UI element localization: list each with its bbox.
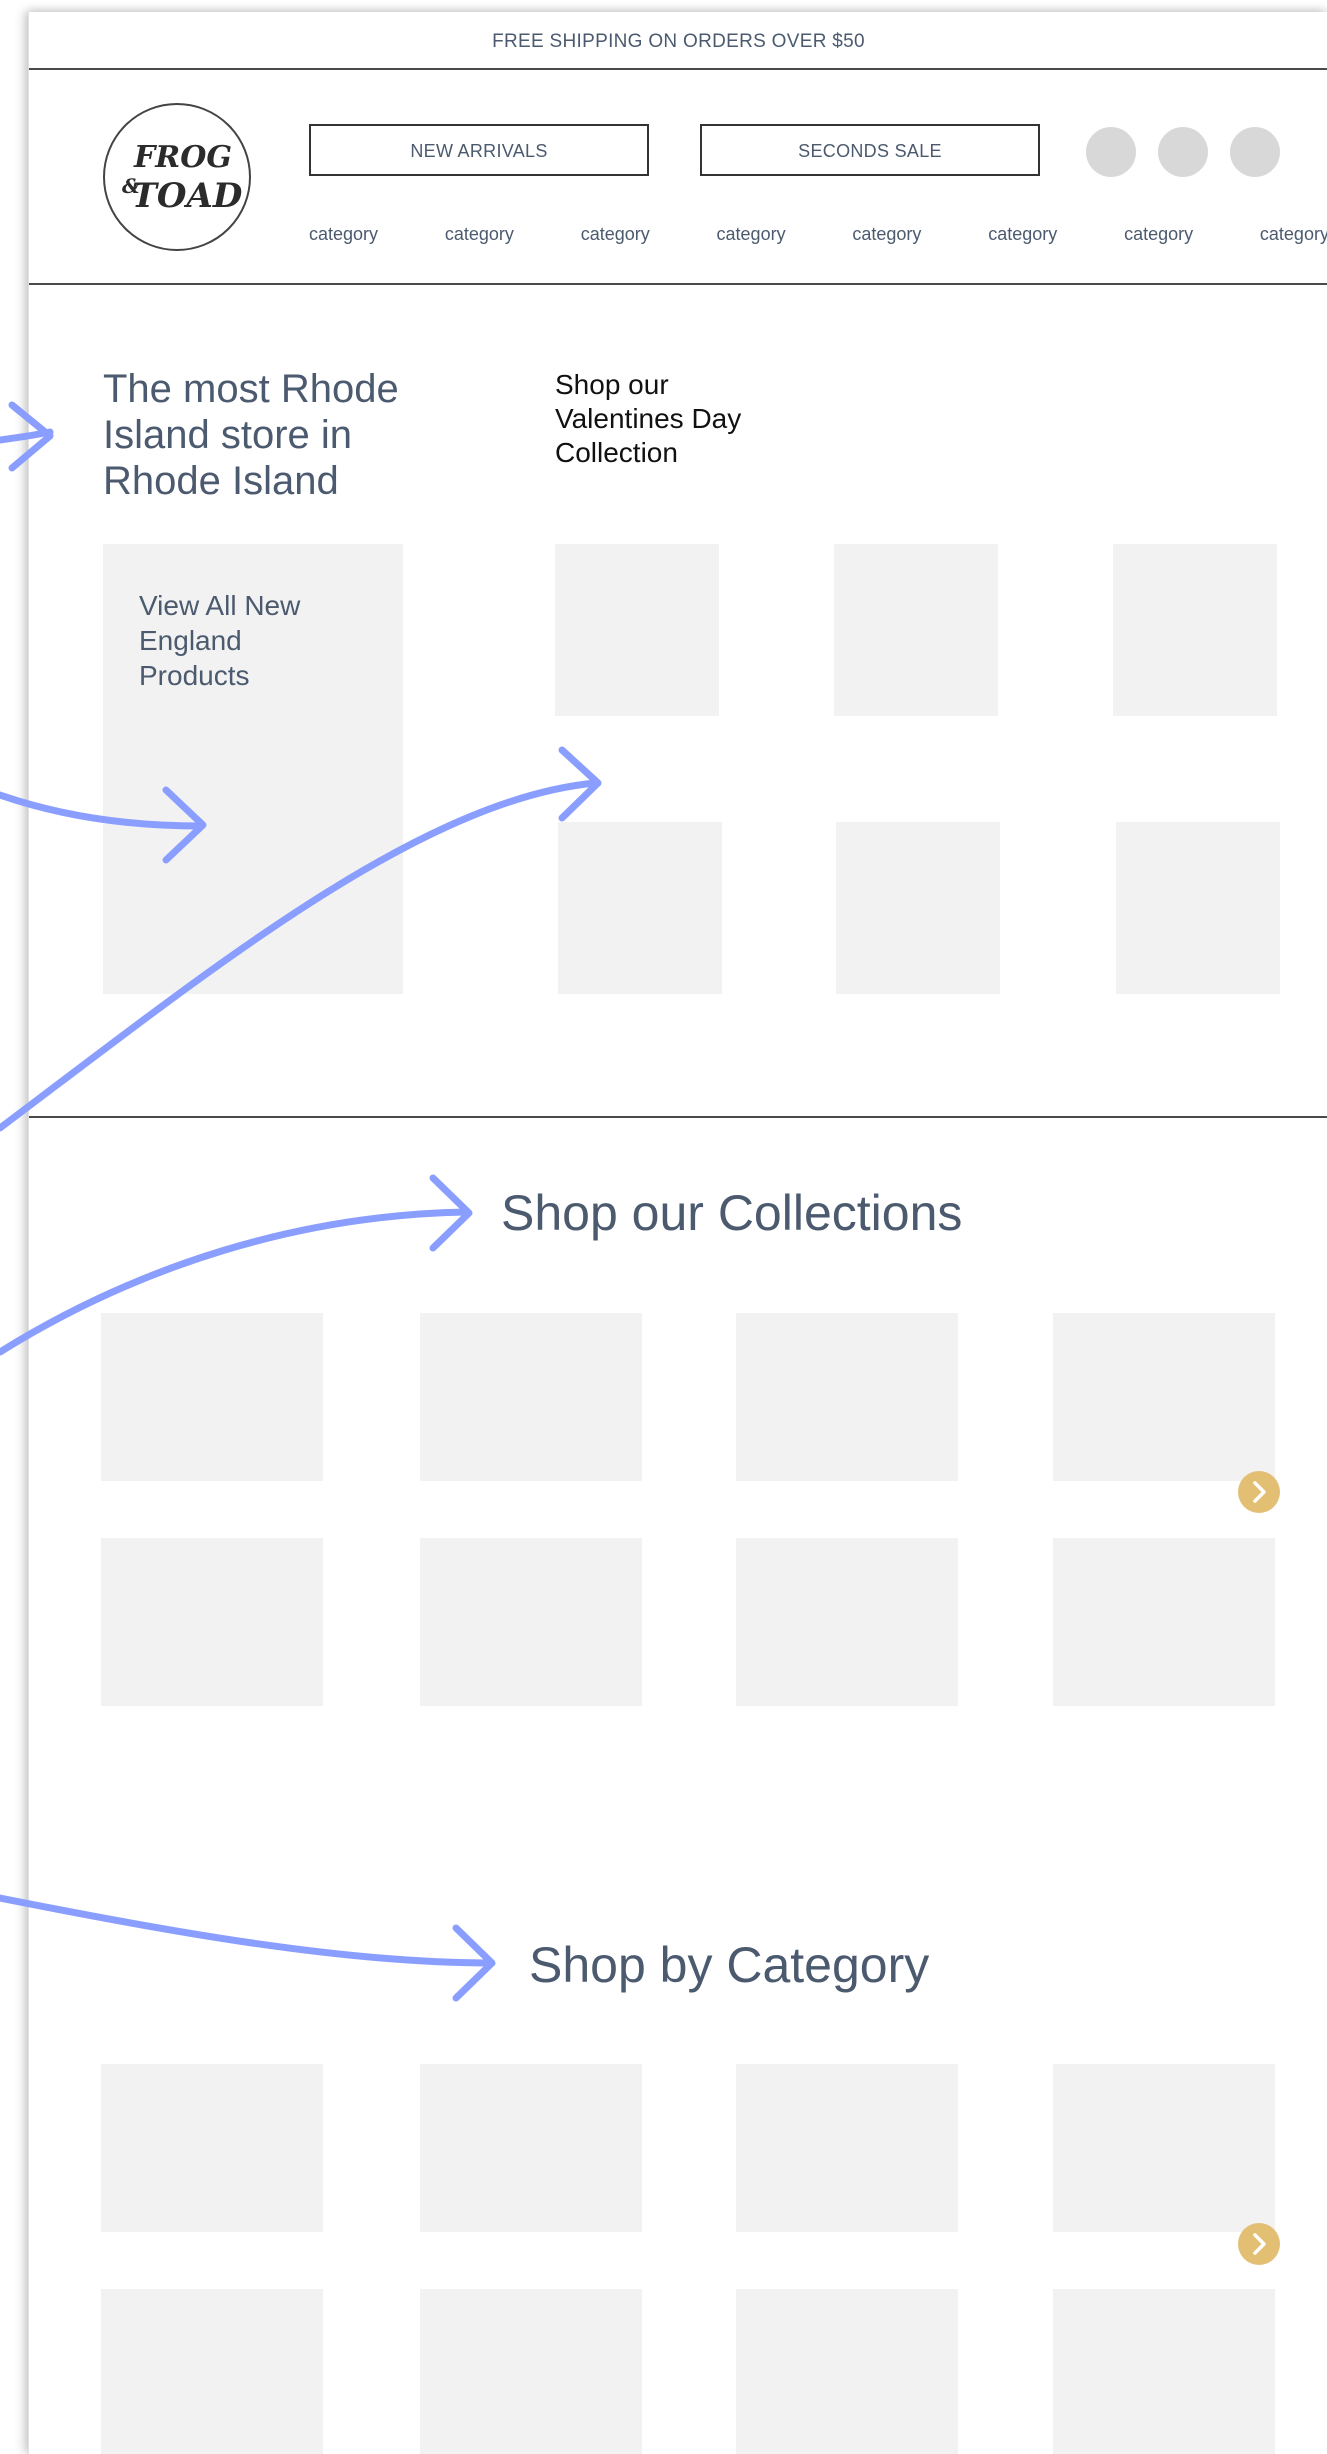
chevron-right-icon xyxy=(1253,2233,1266,2255)
valentine-product-tile[interactable] xyxy=(558,822,722,994)
collection-tile[interactable] xyxy=(736,1538,958,1706)
valentine-product-tile[interactable] xyxy=(1113,544,1277,716)
account-icon[interactable] xyxy=(1086,127,1136,177)
valentine-product-tile[interactable] xyxy=(1116,822,1280,994)
category-link[interactable]: category xyxy=(1124,224,1193,245)
collection-tile[interactable] xyxy=(736,1313,958,1481)
category-tile[interactable] xyxy=(101,2064,323,2232)
promo-bar: FREE SHIPPING ON ORDERS OVER $50 xyxy=(29,12,1327,70)
hero-divider xyxy=(29,1116,1327,1118)
category-nav: category category category category cate… xyxy=(309,224,1327,245)
view-all-label[interactable]: View All New England Products xyxy=(139,588,359,693)
collection-tile[interactable] xyxy=(420,1313,642,1481)
categories-title: Shop by Category xyxy=(529,1937,930,1993)
frog-and-toad-logo-icon: FROG & TOAD xyxy=(122,140,243,216)
category-tile[interactable] xyxy=(736,2064,958,2232)
cart-icon[interactable] xyxy=(1230,127,1280,177)
collection-tile[interactable] xyxy=(420,1538,642,1706)
category-link[interactable]: category xyxy=(1260,224,1327,245)
new-arrivals-button[interactable]: NEW ARRIVALS xyxy=(309,124,649,176)
collection-tile[interactable] xyxy=(1053,1538,1275,1706)
collections-title: Shop our Collections xyxy=(501,1185,963,1241)
category-tile[interactable] xyxy=(1053,2064,1275,2232)
category-tile[interactable] xyxy=(736,2289,958,2454)
category-link[interactable]: category xyxy=(717,224,786,245)
hero-headline: The most Rhode Island store in Rhode Isl… xyxy=(103,367,399,503)
category-link[interactable]: category xyxy=(988,224,1057,245)
category-link[interactable]: category xyxy=(852,224,921,245)
categories-next-button[interactable] xyxy=(1238,2223,1280,2265)
valentine-product-tile[interactable] xyxy=(836,822,1000,994)
svg-text:FROG: FROG xyxy=(133,140,232,175)
valentine-product-tile[interactable] xyxy=(834,544,998,716)
logo[interactable]: FROG & TOAD xyxy=(103,103,251,251)
collection-tile[interactable] xyxy=(101,1313,323,1481)
header-divider xyxy=(29,283,1327,285)
seconds-sale-button[interactable]: SECONDS SALE xyxy=(700,124,1040,176)
collection-tile[interactable] xyxy=(1053,1313,1275,1481)
category-link[interactable]: category xyxy=(309,224,378,245)
valentine-product-tile[interactable] xyxy=(555,544,719,716)
category-tile[interactable] xyxy=(420,2289,642,2454)
category-tile[interactable] xyxy=(1053,2289,1275,2454)
chevron-right-icon xyxy=(1253,1481,1266,1503)
collection-tile[interactable] xyxy=(101,1538,323,1706)
collections-next-button[interactable] xyxy=(1238,1471,1280,1513)
page-frame: FREE SHIPPING ON ORDERS OVER $50 FROG & … xyxy=(28,12,1327,2454)
category-tile[interactable] xyxy=(420,2064,642,2232)
category-link[interactable]: category xyxy=(445,224,514,245)
valentine-heading: Shop our Valentines Day Collection xyxy=(555,369,742,468)
svg-text:TOAD: TOAD xyxy=(132,176,243,216)
category-tile[interactable] xyxy=(101,2289,323,2454)
search-icon[interactable] xyxy=(1158,127,1208,177)
category-link[interactable]: category xyxy=(581,224,650,245)
